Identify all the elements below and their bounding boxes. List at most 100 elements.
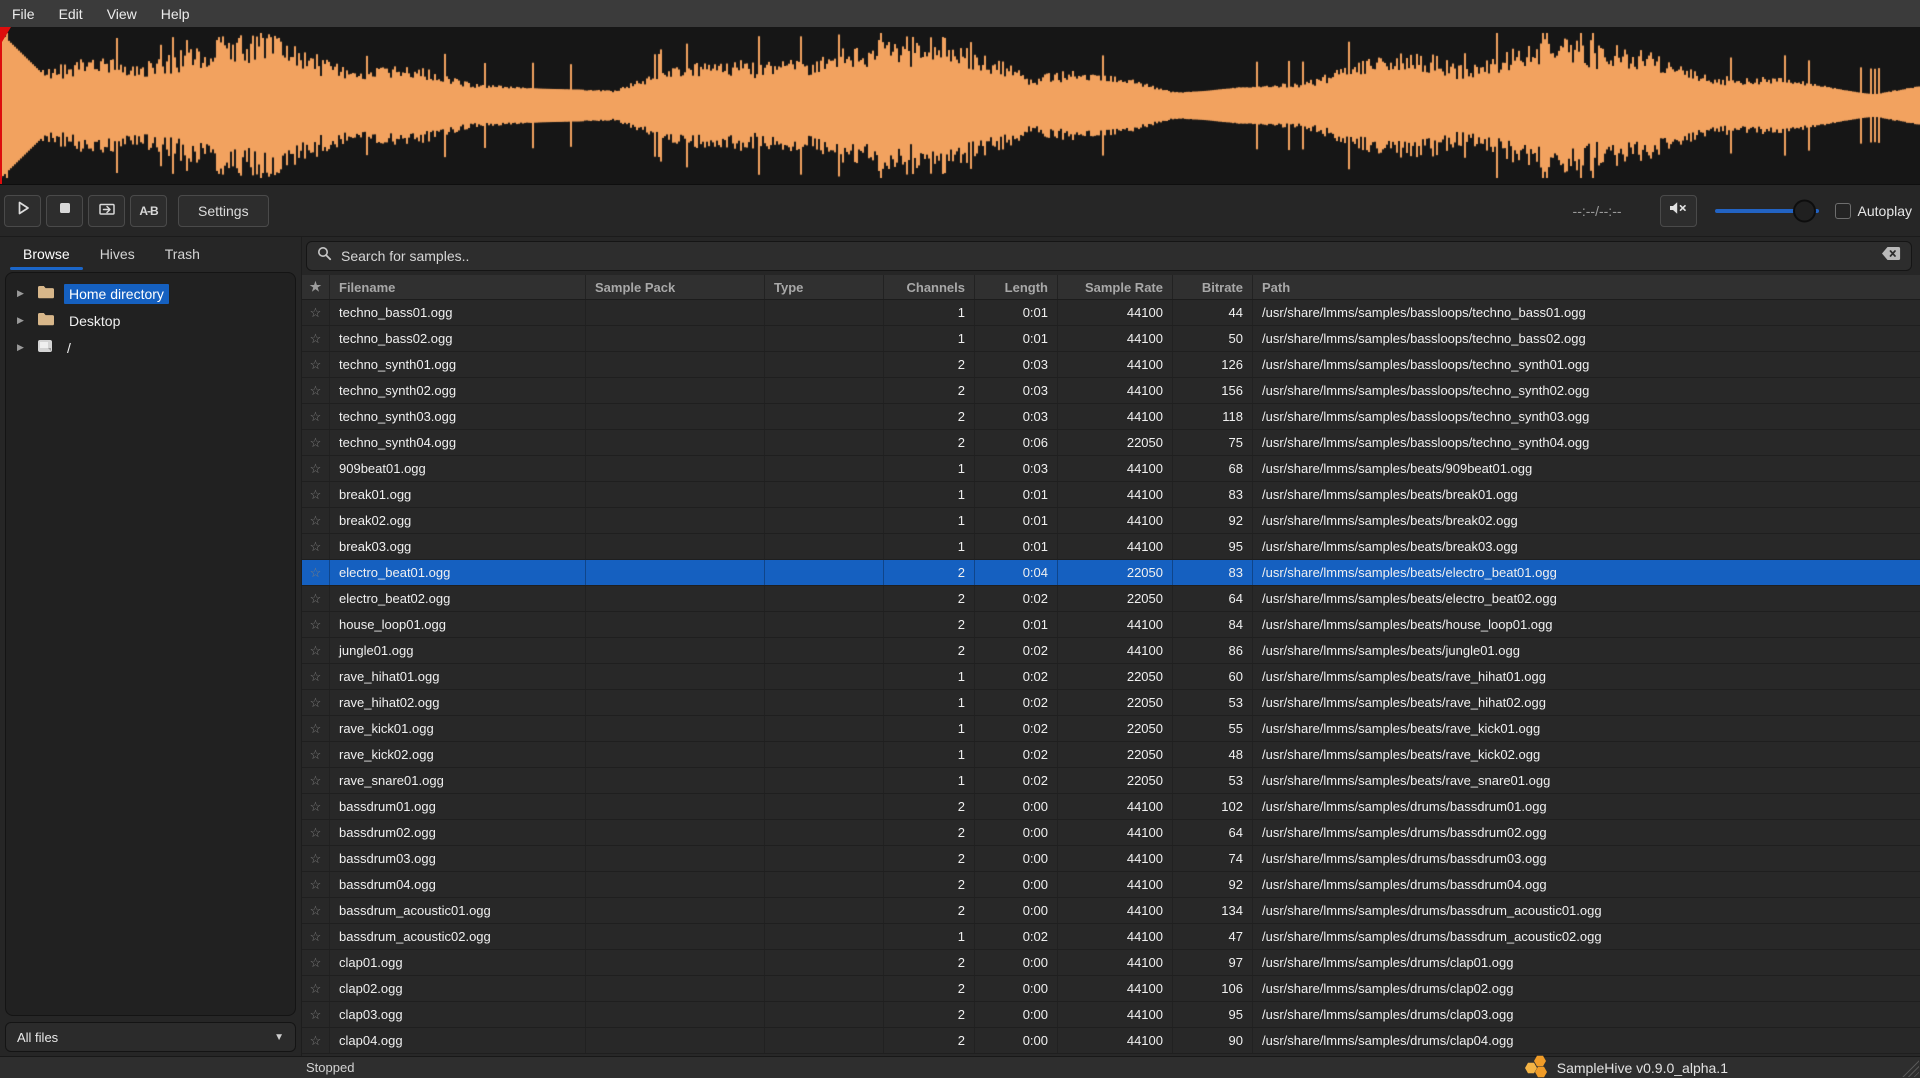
expander-icon[interactable]: ▶ [17,315,28,326]
table-row[interactable]: ☆ techno_synth02.ogg 2 0:03 44100 156 /u… [302,378,1920,404]
favorite-star-icon[interactable]: ☆ [310,851,322,867]
menu-help[interactable]: Help [161,6,190,22]
favorite-star-icon[interactable]: ☆ [310,461,322,477]
favorite-star-icon[interactable]: ☆ [310,929,322,945]
header-sample-rate[interactable]: Sample Rate [1058,275,1173,299]
header-favorite[interactable]: ★ [302,275,330,299]
sample-rate-cell: 44100 [1058,976,1173,1001]
search-input[interactable] [341,248,1872,264]
favorite-star-icon[interactable]: ☆ [310,669,322,685]
channels-cell: 2 [884,352,975,377]
tab-trash[interactable]: Trash [150,237,215,270]
favorite-star-icon[interactable]: ☆ [310,305,322,321]
favorite-star-icon[interactable]: ☆ [310,565,322,581]
table-row[interactable]: ☆ clap02.ogg 2 0:00 44100 106 /usr/share… [302,976,1920,1002]
tab-browse[interactable]: Browse [8,237,85,270]
favorite-star-icon[interactable]: ☆ [310,877,322,893]
stop-button[interactable] [46,195,83,227]
favorite-star-icon[interactable]: ☆ [310,747,322,763]
favorite-star-icon[interactable]: ☆ [310,903,322,919]
resize-grip[interactable] [1900,1058,1919,1077]
header-type[interactable]: Type [765,275,884,299]
table-row[interactable]: ☆ bassdrum04.ogg 2 0:00 44100 92 /usr/sh… [302,872,1920,898]
file-filter-dropdown[interactable]: All files ▼ [5,1022,296,1052]
tree-item-desktop[interactable]: ▶ Desktop [6,307,295,334]
favorite-star-icon[interactable]: ☆ [310,955,322,971]
header-length[interactable]: Length [975,275,1058,299]
menu-file[interactable]: File [12,6,35,22]
tree-item-root[interactable]: ▶ / [6,334,295,361]
tab-hives[interactable]: Hives [85,237,150,270]
favorite-star-icon[interactable]: ☆ [310,487,322,503]
header-bitrate[interactable]: Bitrate [1173,275,1253,299]
table-row[interactable]: ☆ rave_snare01.ogg 1 0:02 22050 53 /usr/… [302,768,1920,794]
autoplay-label: Autoplay [1858,203,1912,219]
ab-loop-button[interactable]: A-B [130,195,167,227]
favorite-star-icon[interactable]: ☆ [310,773,322,789]
table-row[interactable]: ☆ bassdrum01.ogg 2 0:00 44100 102 /usr/s… [302,794,1920,820]
expander-icon[interactable]: ▶ [17,342,28,353]
favorite-star-icon[interactable]: ☆ [310,643,322,659]
mute-button[interactable] [1660,195,1697,227]
table-row[interactable]: ☆ bassdrum_acoustic01.ogg 2 0:00 44100 1… [302,898,1920,924]
favorite-star-icon[interactable]: ☆ [310,721,322,737]
favorite-star-icon[interactable]: ☆ [310,695,322,711]
favorite-star-icon[interactable]: ☆ [310,1033,322,1049]
table-row[interactable]: ☆ bassdrum_acoustic02.ogg 1 0:02 44100 4… [302,924,1920,950]
header-channels[interactable]: Channels [884,275,975,299]
table-row[interactable]: ☆ bassdrum03.ogg 2 0:00 44100 74 /usr/sh… [302,846,1920,872]
menu-edit[interactable]: Edit [59,6,83,22]
clear-search-icon[interactable] [1881,246,1901,266]
table-row[interactable]: ☆ break02.ogg 1 0:01 44100 92 /usr/share… [302,508,1920,534]
table-row[interactable]: ☆ techno_synth03.ogg 2 0:03 44100 118 /u… [302,404,1920,430]
table-row[interactable]: ☆ 909beat01.ogg 1 0:03 44100 68 /usr/sha… [302,456,1920,482]
favorite-star-icon[interactable]: ☆ [310,409,322,425]
favorite-star-icon[interactable]: ☆ [310,825,322,841]
table-row[interactable]: ☆ house_loop01.ogg 2 0:01 44100 84 /usr/… [302,612,1920,638]
table-row[interactable]: ☆ break03.ogg 1 0:01 44100 95 /usr/share… [302,534,1920,560]
waveform-canvas[interactable] [0,27,1920,184]
menu-view[interactable]: View [107,6,137,22]
volume-slider[interactable] [1715,195,1819,227]
table-row[interactable]: ☆ techno_synth01.ogg 2 0:03 44100 126 /u… [302,352,1920,378]
favorite-star-icon[interactable]: ☆ [310,1007,322,1023]
expander-icon[interactable]: ▶ [17,288,28,299]
table-row[interactable]: ☆ bassdrum02.ogg 2 0:00 44100 64 /usr/sh… [302,820,1920,846]
play-button[interactable] [4,195,41,227]
favorite-star-icon[interactable]: ☆ [310,331,322,347]
table-row[interactable]: ☆ rave_hihat01.ogg 1 0:02 22050 60 /usr/… [302,664,1920,690]
channels-cell: 1 [884,300,975,325]
table-row[interactable]: ☆ electro_beat02.ogg 2 0:02 22050 64 /us… [302,586,1920,612]
table-row[interactable]: ☆ techno_synth04.ogg 2 0:06 22050 75 /us… [302,430,1920,456]
table-row[interactable]: ☆ rave_hihat02.ogg 1 0:02 22050 53 /usr/… [302,690,1920,716]
favorite-star-icon[interactable]: ☆ [310,539,322,555]
favorite-star-icon[interactable]: ☆ [310,617,322,633]
loop-button[interactable] [88,195,125,227]
table-row[interactable]: ☆ clap03.ogg 2 0:00 44100 95 /usr/share/… [302,1002,1920,1028]
table-row[interactable]: ☆ techno_bass01.ogg 1 0:01 44100 44 /usr… [302,300,1920,326]
table-row[interactable]: ☆ rave_kick02.ogg 1 0:02 22050 48 /usr/s… [302,742,1920,768]
table-row[interactable]: ☆ jungle01.ogg 2 0:02 44100 86 /usr/shar… [302,638,1920,664]
table-row[interactable]: ☆ electro_beat01.ogg 2 0:04 22050 83 /us… [302,560,1920,586]
type-cell [765,534,884,559]
favorite-star-icon[interactable]: ☆ [310,383,322,399]
table-row[interactable]: ☆ clap04.ogg 2 0:00 44100 90 /usr/share/… [302,1028,1920,1054]
table-row[interactable]: ☆ rave_kick01.ogg 1 0:02 22050 55 /usr/s… [302,716,1920,742]
header-sample-pack[interactable]: Sample Pack [586,275,765,299]
tree-item-home[interactable]: ▶ Home directory [6,280,295,307]
table-row[interactable]: ☆ clap01.ogg 2 0:00 44100 97 /usr/share/… [302,950,1920,976]
autoplay-checkbox[interactable] [1835,203,1851,219]
favorite-star-icon[interactable]: ☆ [310,591,322,607]
favorite-star-icon[interactable]: ☆ [310,435,322,451]
filename-cell: break01.ogg [330,482,586,507]
volume-knob[interactable] [1793,199,1816,222]
table-row[interactable]: ☆ break01.ogg 1 0:01 44100 83 /usr/share… [302,482,1920,508]
header-filename[interactable]: Filename [330,275,586,299]
favorite-star-icon[interactable]: ☆ [310,981,322,997]
favorite-star-icon[interactable]: ☆ [310,513,322,529]
header-path[interactable]: Path [1253,275,1920,299]
favorite-star-icon[interactable]: ☆ [310,357,322,373]
settings-button[interactable]: Settings [178,195,269,227]
favorite-star-icon[interactable]: ☆ [310,799,322,815]
table-row[interactable]: ☆ techno_bass02.ogg 1 0:01 44100 50 /usr… [302,326,1920,352]
